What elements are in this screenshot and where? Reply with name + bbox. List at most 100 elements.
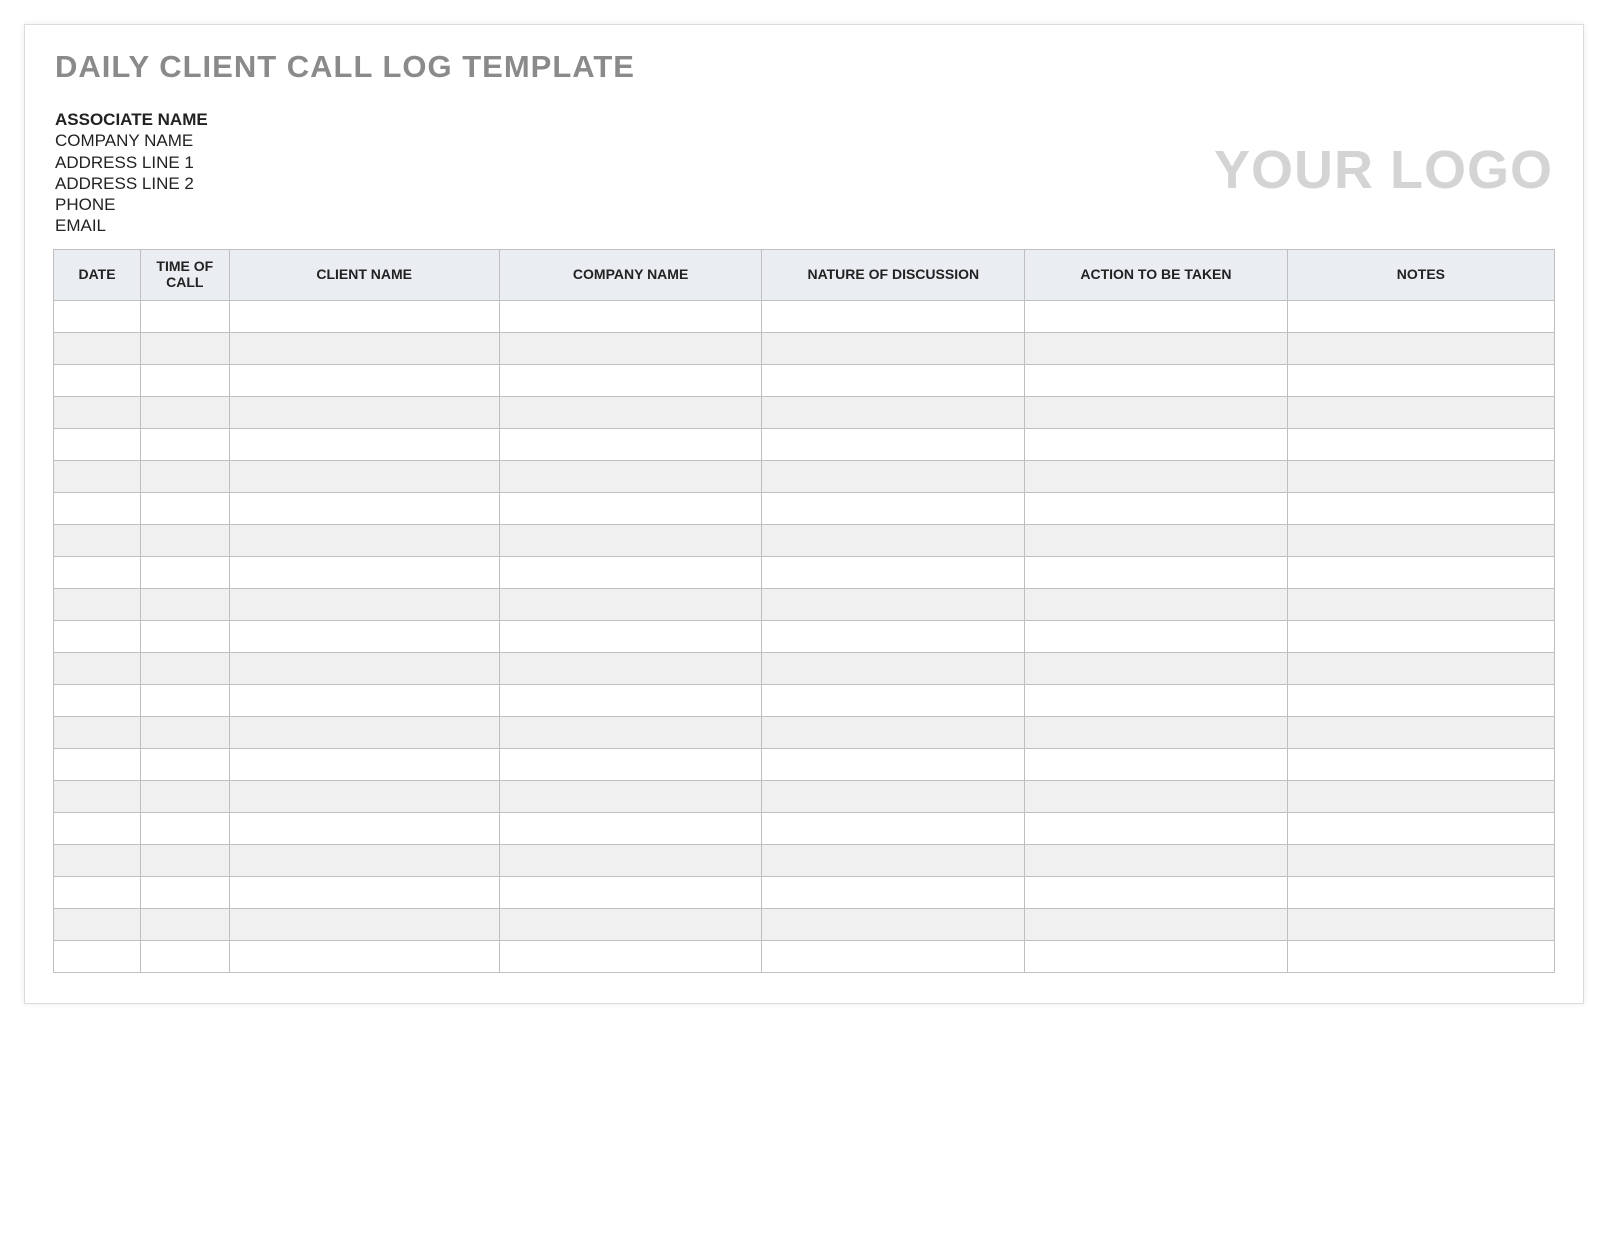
table-cell[interactable] [1025,812,1288,844]
table-cell[interactable] [1287,844,1554,876]
table-cell[interactable] [1025,492,1288,524]
table-cell[interactable] [141,460,230,492]
table-cell[interactable] [1025,556,1288,588]
table-cell[interactable] [1025,364,1288,396]
table-cell[interactable] [229,652,499,684]
table-cell[interactable] [499,460,762,492]
table-cell[interactable] [762,844,1025,876]
table-cell[interactable] [499,300,762,332]
table-cell[interactable] [499,684,762,716]
table-cell[interactable] [141,748,230,780]
table-cell[interactable] [1025,844,1288,876]
table-cell[interactable] [54,524,141,556]
table-cell[interactable] [229,716,499,748]
table-cell[interactable] [54,492,141,524]
table-cell[interactable] [762,364,1025,396]
table-cell[interactable] [1025,716,1288,748]
table-cell[interactable] [762,428,1025,460]
table-cell[interactable] [229,844,499,876]
table-cell[interactable] [1287,396,1554,428]
table-cell[interactable] [1287,812,1554,844]
table-cell[interactable] [229,908,499,940]
table-cell[interactable] [1025,524,1288,556]
table-cell[interactable] [499,652,762,684]
table-cell[interactable] [229,876,499,908]
table-cell[interactable] [229,780,499,812]
table-cell[interactable] [1287,364,1554,396]
table-cell[interactable] [762,300,1025,332]
table-cell[interactable] [499,876,762,908]
table-cell[interactable] [229,460,499,492]
table-cell[interactable] [229,684,499,716]
table-cell[interactable] [54,684,141,716]
table-cell[interactable] [1025,460,1288,492]
table-cell[interactable] [141,524,230,556]
table-cell[interactable] [141,940,230,972]
table-cell[interactable] [229,396,499,428]
table-cell[interactable] [1287,300,1554,332]
table-cell[interactable] [762,620,1025,652]
table-cell[interactable] [499,396,762,428]
table-cell[interactable] [1025,332,1288,364]
table-cell[interactable] [762,908,1025,940]
table-cell[interactable] [499,332,762,364]
table-cell[interactable] [1287,876,1554,908]
table-cell[interactable] [762,812,1025,844]
table-cell[interactable] [762,780,1025,812]
table-cell[interactable] [54,716,141,748]
table-cell[interactable] [229,940,499,972]
table-cell[interactable] [229,748,499,780]
table-cell[interactable] [141,684,230,716]
table-cell[interactable] [229,556,499,588]
table-cell[interactable] [54,428,141,460]
table-cell[interactable] [229,620,499,652]
table-cell[interactable] [229,364,499,396]
table-cell[interactable] [141,620,230,652]
table-cell[interactable] [141,812,230,844]
table-cell[interactable] [1287,748,1554,780]
table-cell[interactable] [54,300,141,332]
table-cell[interactable] [141,428,230,460]
table-cell[interactable] [54,556,141,588]
table-cell[interactable] [499,620,762,652]
table-cell[interactable] [499,716,762,748]
table-cell[interactable] [499,844,762,876]
table-cell[interactable] [54,908,141,940]
table-cell[interactable] [229,492,499,524]
table-cell[interactable] [762,652,1025,684]
table-cell[interactable] [141,876,230,908]
table-cell[interactable] [1025,428,1288,460]
table-cell[interactable] [54,940,141,972]
table-cell[interactable] [1025,620,1288,652]
table-cell[interactable] [54,780,141,812]
table-cell[interactable] [229,300,499,332]
table-cell[interactable] [499,780,762,812]
table-cell[interactable] [762,940,1025,972]
table-cell[interactable] [1025,652,1288,684]
table-cell[interactable] [1287,332,1554,364]
table-cell[interactable] [1025,780,1288,812]
table-cell[interactable] [499,492,762,524]
table-cell[interactable] [141,364,230,396]
table-cell[interactable] [499,556,762,588]
table-cell[interactable] [141,652,230,684]
table-cell[interactable] [141,492,230,524]
table-cell[interactable] [141,908,230,940]
table-cell[interactable] [229,332,499,364]
table-cell[interactable] [229,588,499,620]
table-cell[interactable] [762,396,1025,428]
table-cell[interactable] [499,908,762,940]
table-cell[interactable] [54,620,141,652]
table-cell[interactable] [499,588,762,620]
table-cell[interactable] [54,332,141,364]
table-cell[interactable] [54,396,141,428]
table-cell[interactable] [141,556,230,588]
table-cell[interactable] [762,332,1025,364]
table-cell[interactable] [141,300,230,332]
table-cell[interactable] [762,492,1025,524]
table-cell[interactable] [499,812,762,844]
table-cell[interactable] [1025,876,1288,908]
table-cell[interactable] [141,716,230,748]
table-cell[interactable] [54,588,141,620]
table-cell[interactable] [762,588,1025,620]
